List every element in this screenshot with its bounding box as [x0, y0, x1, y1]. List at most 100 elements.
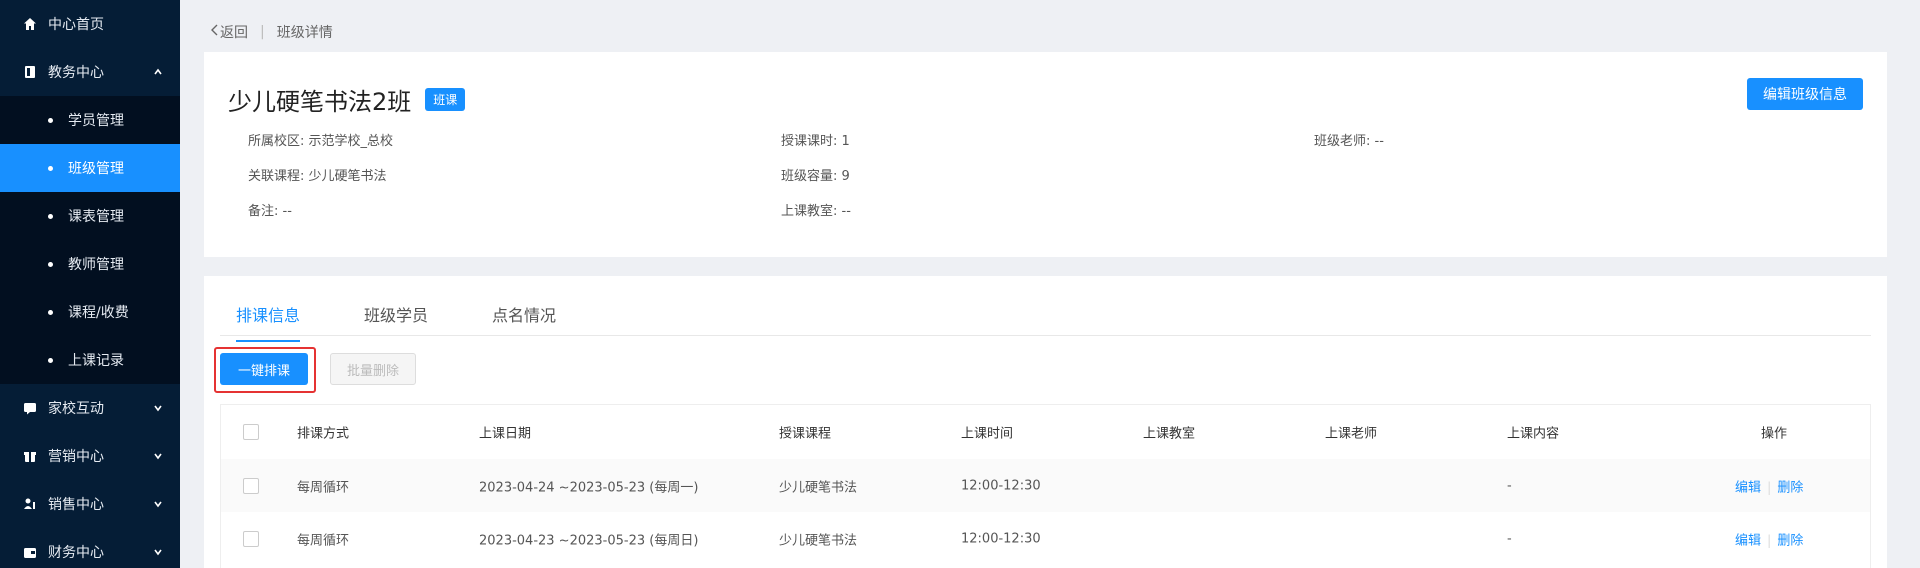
sidebar-item-label: 教师管理: [68, 257, 124, 273]
user-chart-icon: [22, 496, 38, 512]
schedule-mode: 每周循环: [297, 480, 350, 495]
bullet-icon: [48, 165, 53, 171]
edit-class-button[interactable]: 编辑班级信息: [1747, 78, 1863, 110]
nav-finance[interactable]: 财务中心: [0, 528, 180, 568]
sidebar-item-label: 学员管理: [68, 113, 124, 129]
sidebar-item-classes[interactable]: 班级管理: [0, 144, 180, 192]
title-row: 少儿硬笔书法2班 班课: [228, 82, 466, 117]
row-actions: 编辑 | 删除: [1735, 476, 1803, 495]
class-info-card: 少儿硬笔书法2班 班课 编辑班级信息 所属校区: 示范学校_总校 授课课时: 1…: [204, 52, 1887, 257]
breadcrumb: 返回 | 班级详情: [210, 22, 333, 42]
class-date: 2023-04-24 ~2023-05-23 (每周一): [479, 480, 699, 495]
nav-marketing-label: 营销中心: [48, 449, 104, 465]
content: -: [1507, 531, 1512, 546]
bullet-icon: [48, 357, 53, 363]
class-date: 2023-04-23 ~2023-05-23 (每周日): [479, 533, 699, 548]
course-field: 关联课程: 少儿硬笔书法: [248, 169, 387, 184]
sidebar-item-label: 上课记录: [68, 353, 124, 369]
column-header: 上课老师: [1325, 426, 1378, 442]
nav-home-school[interactable]: 家校互动: [0, 384, 180, 432]
row-checkbox[interactable]: [243, 477, 259, 494]
content: -: [1507, 478, 1512, 493]
class-type-badge: 班课: [425, 88, 466, 111]
breadcrumb-current: 班级详情: [276, 25, 333, 41]
schedule-card: 排课信息 班级学员 点名情况 一键排课 批量删除 排课方式 上课日期 授课课程 …: [204, 276, 1887, 568]
chevron-down-icon: [152, 498, 164, 510]
breadcrumb-separator: |: [260, 24, 265, 40]
chat-icon: [22, 400, 38, 416]
column-header: 授课课程: [779, 426, 832, 442]
table-header: 排课方式 上课日期 授课课程 上课时间 上课教室 上课老师 上课内容 操作: [221, 405, 1870, 459]
sidebar: 中心首页 教务中心 学员管理 班级管理 课表管理 教师管理 课程/收费 上课记录…: [0, 0, 180, 568]
academic-submenu: 学员管理 班级管理 课表管理 教师管理 课程/收费 上课记录: [0, 96, 180, 384]
chevron-down-icon: [152, 402, 164, 414]
gift-icon: [22, 448, 38, 464]
column-header: 上课教室: [1143, 426, 1196, 442]
home-icon: [22, 16, 38, 32]
teacher-field: 班级老师: --: [1314, 134, 1384, 149]
delete-link[interactable]: 删除: [1777, 533, 1803, 548]
sidebar-item-label: 课程/收费: [68, 305, 129, 321]
main-content: 返回 | 班级详情 少儿硬笔书法2班 班课 编辑班级信息 所属校区: 示范学校_…: [180, 0, 1920, 568]
nav-home[interactable]: 中心首页: [0, 0, 180, 48]
table-row: 每周循环 2023-04-24 ~2023-05-23 (每周一) 少儿硬笔书法…: [221, 459, 1870, 512]
remark-field: 备注: --: [248, 204, 292, 219]
tab-schedule-info[interactable]: 排课信息: [236, 302, 301, 342]
capacity-field: 班级容量: 9: [781, 169, 850, 184]
class-time: 12:00-12:30: [961, 531, 1041, 546]
sidebar-item-teachers[interactable]: 教师管理: [0, 240, 180, 288]
hours-field: 授课课时: 1: [781, 134, 850, 149]
nav-sales-label: 销售中心: [48, 497, 104, 513]
batch-delete-button[interactable]: 批量删除: [330, 353, 416, 385]
sidebar-item-timetable[interactable]: 课表管理: [0, 192, 180, 240]
edit-link[interactable]: 编辑: [1735, 533, 1761, 548]
schedule-mode: 每周循环: [297, 533, 350, 548]
wallet-icon: [22, 544, 38, 560]
row-checkbox[interactable]: [243, 530, 259, 547]
course-name: 少儿硬笔书法: [779, 480, 858, 495]
row-actions: 编辑 | 删除: [1735, 529, 1803, 548]
page-title: 少儿硬笔书法2班: [228, 88, 412, 116]
sidebar-item-label: 课表管理: [68, 209, 124, 225]
nav-academic[interactable]: 教务中心: [0, 48, 180, 96]
back-link[interactable]: 返回: [210, 22, 248, 42]
one-click-schedule-button[interactable]: 一键排课: [220, 353, 308, 385]
classroom-field: 上课教室: --: [781, 204, 851, 219]
bullet-icon: [48, 213, 53, 219]
nav-academic-label: 教务中心: [48, 65, 104, 81]
nav-finance-label: 财务中心: [48, 545, 104, 561]
chevron-left-icon: [210, 24, 220, 40]
campus-field: 所属校区: 示范学校_总校: [248, 134, 394, 149]
sidebar-item-label: 班级管理: [68, 161, 124, 177]
nav-marketing[interactable]: 营销中心: [0, 432, 180, 480]
bullet-icon: [48, 117, 53, 123]
tab-attendance[interactable]: 点名情况: [492, 302, 556, 340]
chevron-up-icon: [152, 66, 164, 78]
nav-home-label: 中心首页: [48, 17, 104, 33]
column-header: 上课时间: [961, 426, 1014, 442]
select-all-checkbox[interactable]: [243, 424, 259, 440]
schedule-table: 排课方式 上课日期 授课课程 上课时间 上课教室 上课老师 上课内容 操作 每周…: [220, 404, 1871, 568]
delete-link[interactable]: 删除: [1777, 480, 1803, 495]
book-icon: [22, 64, 38, 80]
course-name: 少儿硬笔书法: [779, 533, 858, 548]
tab-bar: 排课信息 班级学员 点名情况: [220, 276, 1871, 342]
right-gutter: [1910, 0, 1920, 568]
column-header: 排课方式: [297, 426, 350, 442]
sidebar-item-courses-fees[interactable]: 课程/收费: [0, 288, 180, 336]
column-header: 上课日期: [479, 426, 532, 442]
sidebar-item-class-records[interactable]: 上课记录: [0, 336, 180, 384]
nav-home-school-label: 家校互动: [48, 401, 104, 417]
column-header: 上课内容: [1507, 426, 1560, 442]
chevron-down-icon: [152, 546, 164, 558]
bullet-icon: [48, 309, 53, 315]
bullet-icon: [48, 261, 53, 267]
action-divider: |: [1767, 480, 1772, 495]
action-divider: |: [1767, 533, 1772, 548]
edit-link[interactable]: 编辑: [1735, 480, 1761, 495]
sidebar-item-students[interactable]: 学员管理: [0, 96, 180, 144]
chevron-down-icon: [152, 450, 164, 462]
tab-class-students[interactable]: 班级学员: [364, 302, 428, 340]
table-row: 每周循环 2023-04-23 ~2023-05-23 (每周日) 少儿硬笔书法…: [221, 512, 1870, 565]
nav-sales[interactable]: 销售中心: [0, 480, 180, 528]
